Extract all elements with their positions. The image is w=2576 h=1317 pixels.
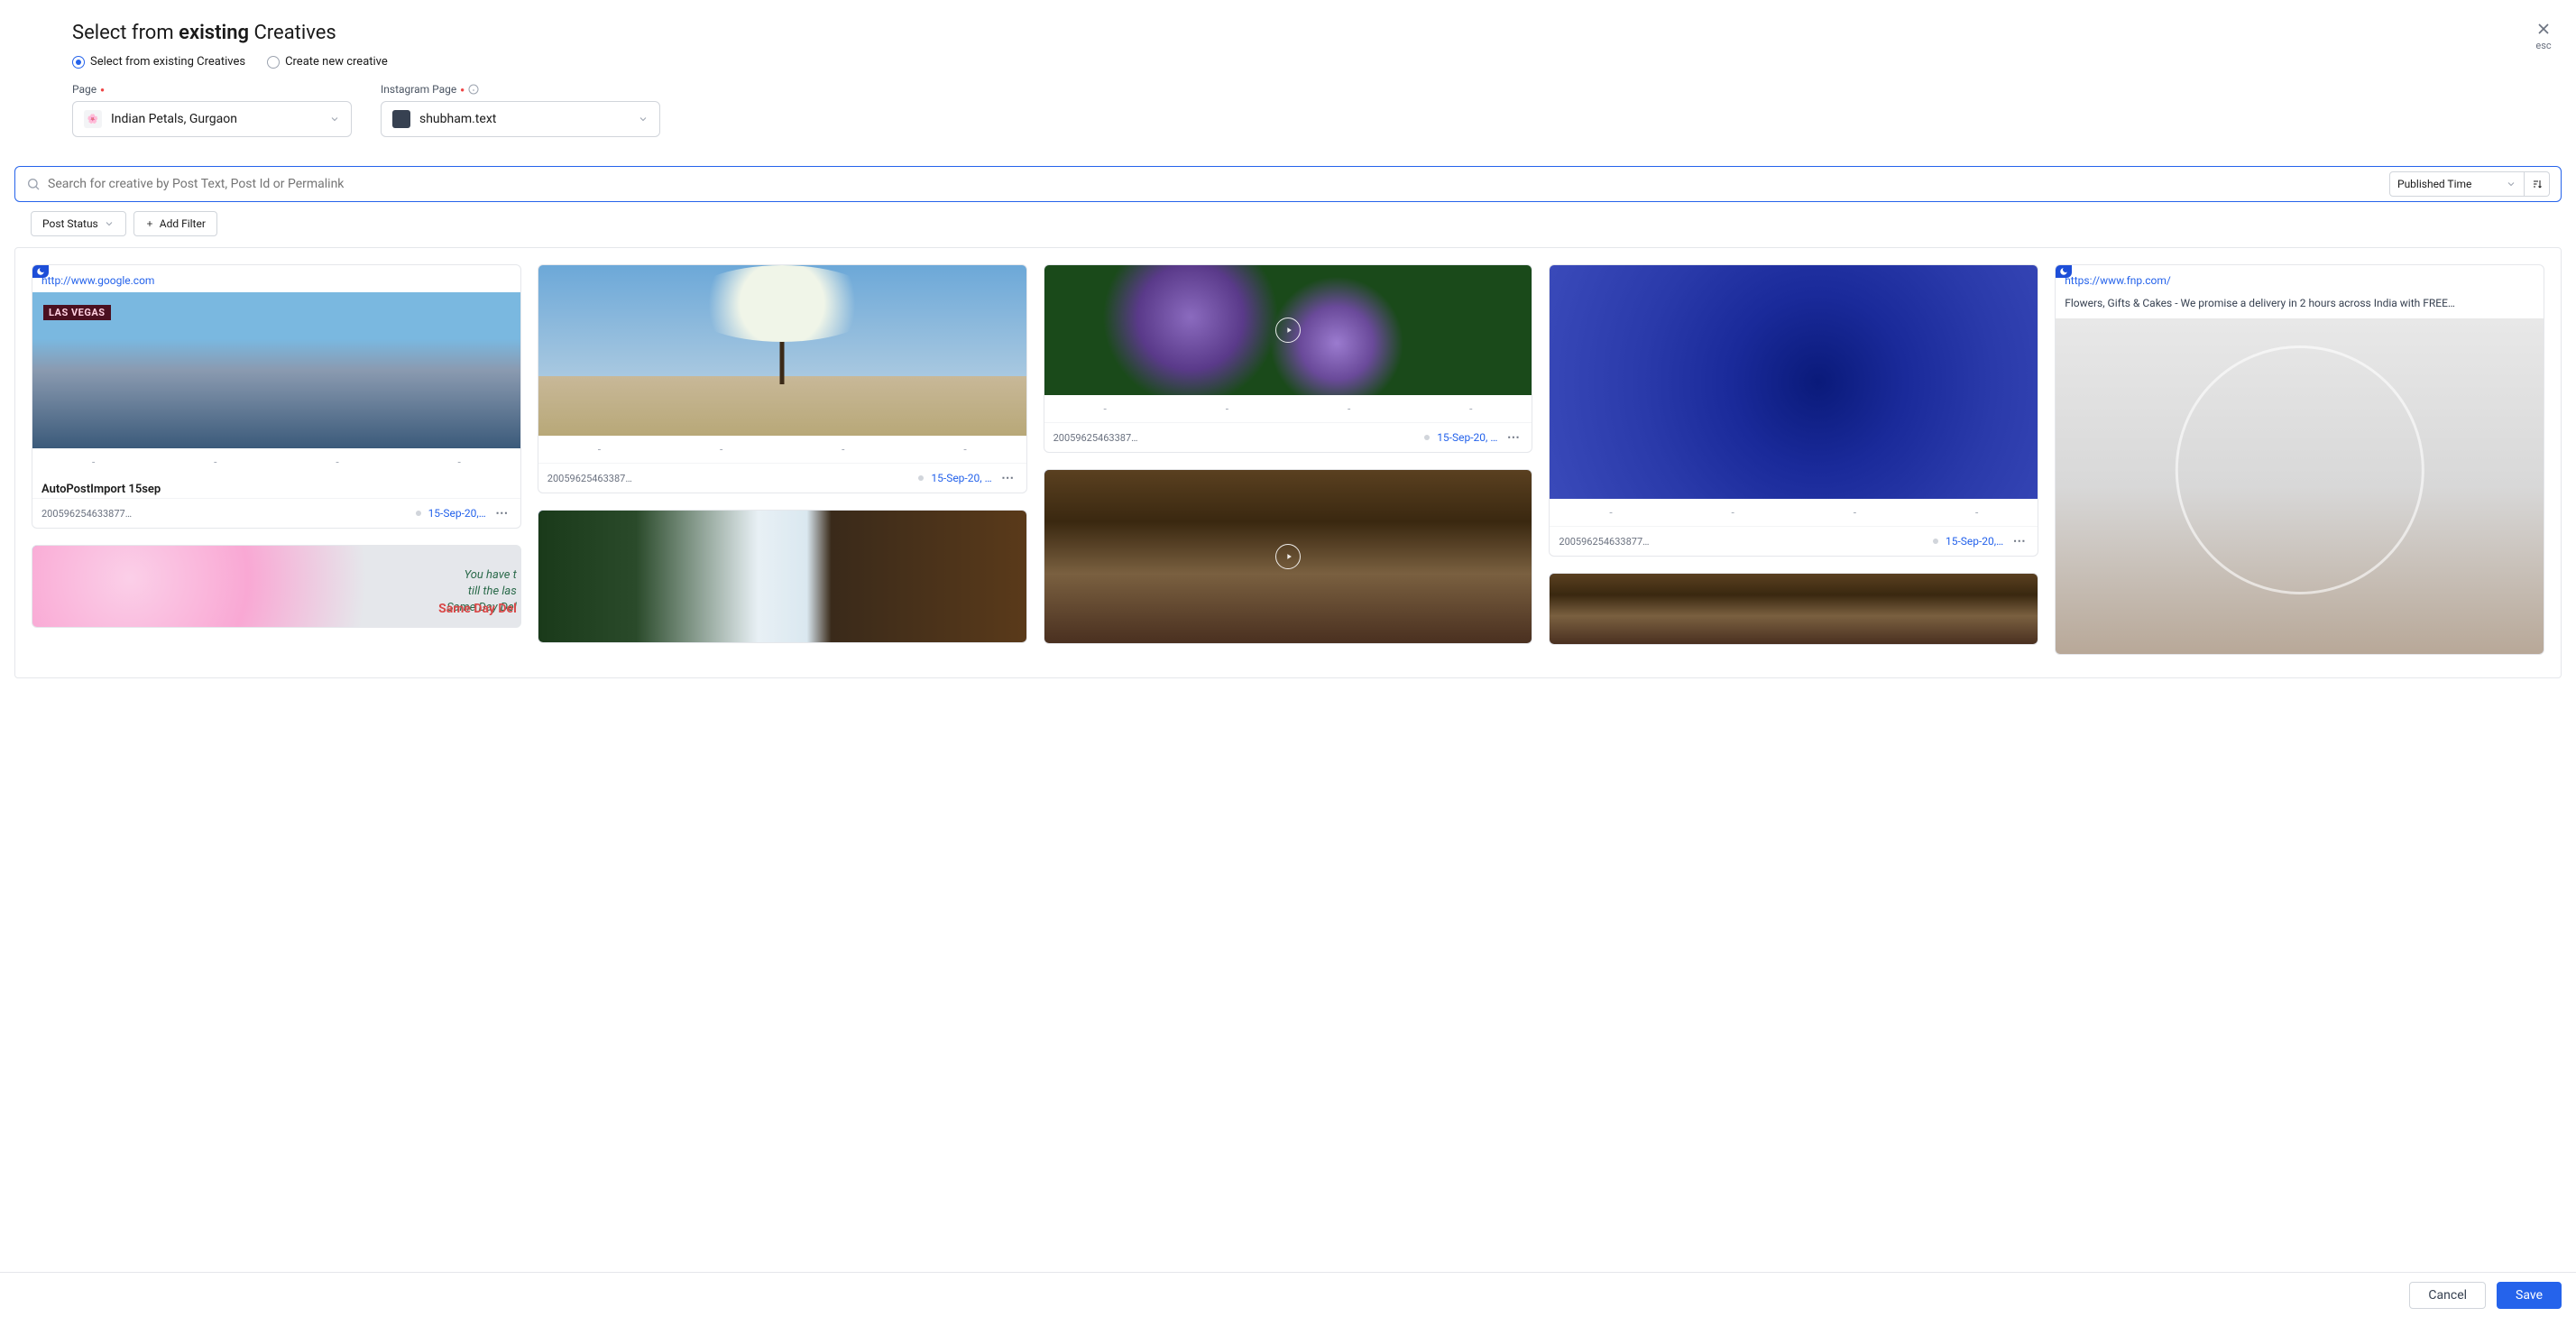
status-dot-icon	[1933, 539, 1938, 544]
card-title: AutoPostImport 15sep	[41, 483, 511, 496]
card-more-button[interactable]: ⋯	[1504, 430, 1523, 445]
status-dot-icon	[918, 475, 924, 481]
card-thumbnail	[538, 265, 1026, 436]
creative-card[interactable]	[538, 510, 1027, 643]
close-button[interactable]: esc	[2535, 20, 2553, 51]
post-status-label: Post Status	[42, 217, 98, 230]
status-dot-icon	[1424, 435, 1430, 440]
card-thumbnail	[32, 546, 520, 627]
search-icon	[26, 177, 41, 191]
sort-direction-button[interactable]	[2525, 171, 2550, 197]
radio-create-new[interactable]: Create new creative	[267, 55, 388, 69]
card-more-button[interactable]: ⋯	[493, 506, 511, 520]
add-filter-button[interactable]: Add Filter	[133, 211, 217, 236]
creative-card[interactable]: http://www.google.com ---- AutoPostImpor…	[32, 264, 521, 529]
sort-direction-icon	[2532, 179, 2543, 189]
card-stats: ----	[538, 436, 1026, 463]
card-id: 200596254633877…	[41, 508, 409, 520]
instagram-select[interactable]: shubham.text	[381, 101, 660, 137]
creative-card[interactable]: ---- 20059625463387… 15-Sep-20, … ⋯	[538, 264, 1027, 493]
close-icon	[2535, 20, 2553, 38]
status-dot-icon	[416, 511, 421, 516]
page-select[interactable]: 🌸 Indian Petals, Gurgaon	[72, 101, 352, 137]
card-date: 15-Sep-20, …	[1437, 431, 1497, 444]
card-id: 20059625463387…	[547, 473, 912, 484]
radio-checked-icon	[72, 56, 85, 69]
instagram-select-value: shubham.text	[419, 112, 629, 126]
save-button[interactable]: Save	[2497, 1282, 2562, 1309]
info-icon	[468, 84, 479, 95]
page-select-value: Indian Petals, Gurgaon	[111, 112, 320, 126]
creative-card[interactable]: ---- 200596254633877… 15-Sep-20,… ⋯	[1549, 264, 2038, 557]
chevron-down-icon	[104, 218, 115, 229]
modal-title: Select from existing Creatives	[72, 22, 2504, 44]
play-icon	[1275, 544, 1301, 569]
card-id: 20059625463387…	[1053, 432, 1418, 444]
search-input[interactable]	[48, 177, 2371, 191]
radio-create-label: Create new creative	[285, 55, 388, 69]
card-thumbnail	[32, 292, 520, 448]
creative-card[interactable]	[1044, 469, 1533, 644]
card-date: 15-Sep-20,…	[1946, 535, 2003, 548]
card-thumbnail	[1044, 265, 1532, 395]
post-status-filter[interactable]: Post Status	[31, 211, 126, 236]
card-link: https://www.fnp.com/	[2056, 265, 2544, 292]
chevron-down-icon	[2506, 179, 2516, 189]
card-thumbnail	[2056, 318, 2544, 654]
card-date: 15-Sep-20,…	[428, 507, 486, 520]
chevron-down-icon	[638, 114, 649, 124]
card-description: Flowers, Gifts & Cakes - We promise a de…	[2056, 292, 2544, 318]
card-more-button[interactable]: ⋯	[2010, 534, 2029, 548]
creative-card[interactable]	[32, 545, 521, 628]
dark-post-badge-icon	[32, 265, 49, 278]
card-stats: ----	[1550, 499, 2038, 526]
card-thumbnail	[1550, 265, 2038, 499]
card-more-button[interactable]: ⋯	[999, 471, 1017, 485]
dark-post-badge-icon	[2056, 265, 2072, 278]
play-icon	[1275, 318, 1301, 343]
card-thumbnail	[1044, 470, 1532, 643]
sort-value: Published Time	[2397, 178, 2500, 190]
instagram-avatar-icon	[392, 110, 410, 128]
creative-card[interactable]: https://www.fnp.com/ Flowers, Gifts & Ca…	[2055, 264, 2544, 655]
card-thumbnail	[538, 511, 1026, 642]
sort-select[interactable]: Published Time	[2389, 171, 2525, 197]
page-field-label: Page●	[72, 83, 352, 96]
plus-icon	[145, 219, 154, 228]
cancel-button[interactable]: Cancel	[2409, 1282, 2486, 1309]
card-date: 15-Sep-20, …	[931, 472, 991, 484]
card-stats: ----	[32, 448, 520, 475]
add-filter-label: Add Filter	[160, 217, 206, 230]
creative-card[interactable]	[1549, 573, 2038, 645]
radio-select-existing[interactable]: Select from existing Creatives	[72, 55, 245, 69]
card-link: http://www.google.com	[32, 265, 520, 292]
radio-existing-label: Select from existing Creatives	[90, 55, 245, 69]
card-stats: ----	[1044, 395, 1532, 422]
instagram-field-label: Instagram Page●	[381, 83, 660, 96]
close-esc-label: esc	[2535, 40, 2553, 51]
radio-unchecked-icon	[267, 56, 280, 69]
chevron-down-icon	[329, 114, 340, 124]
page-avatar-icon: 🌸	[84, 110, 102, 128]
creative-card[interactable]: ---- 20059625463387… 15-Sep-20, … ⋯	[1044, 264, 1533, 453]
card-thumbnail	[1550, 574, 2038, 644]
card-id: 200596254633877…	[1559, 536, 1926, 548]
